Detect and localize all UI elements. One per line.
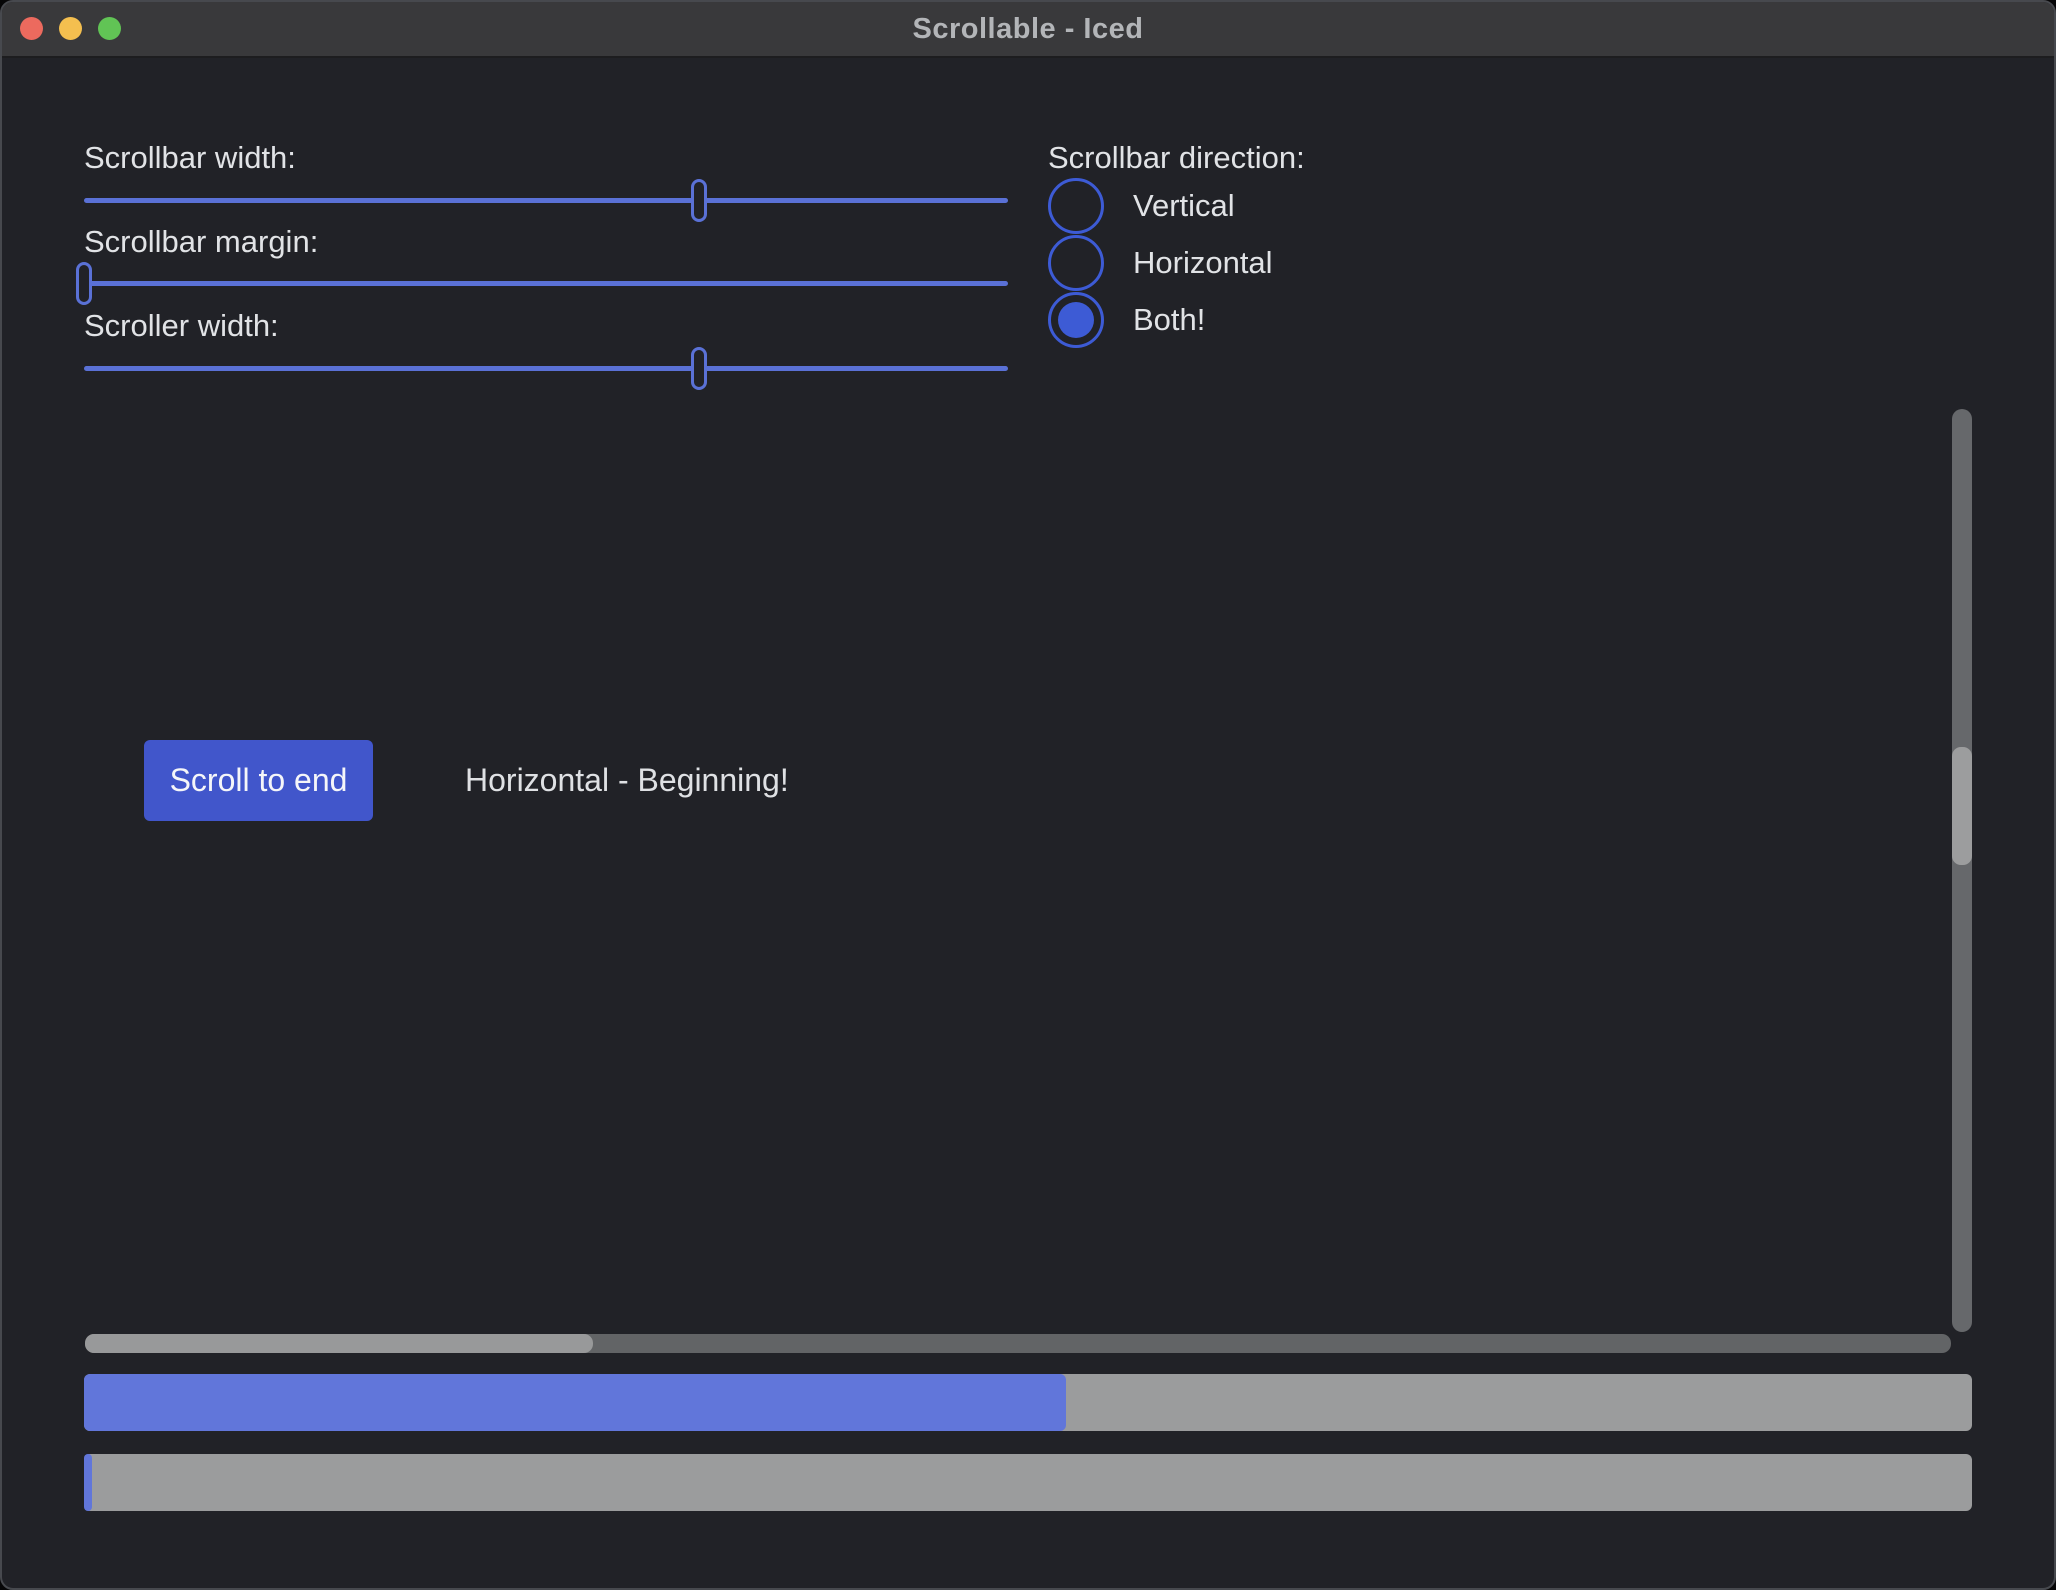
slider-handle[interactable] — [76, 262, 92, 305]
vertical-scrollbar-thumb[interactable] — [1952, 747, 1972, 865]
radio-vertical-label[interactable]: Vertical — [1133, 188, 1235, 224]
slider-handle[interactable] — [691, 347, 707, 390]
radio-both-label[interactable]: Both! — [1133, 302, 1205, 338]
scrollbar-width-slider[interactable] — [84, 198, 1008, 203]
window-title: Scrollable - Iced — [2, 2, 2054, 56]
screen: Scrollable - Iced Scrollbar width: Scrol… — [0, 0, 2056, 1590]
scrollbar-width-label: Scrollbar width: — [84, 140, 296, 176]
scroll-status-text: Horizontal - Beginning! — [465, 762, 789, 799]
radio-horizontal[interactable] — [1048, 235, 1104, 291]
zoom-window-button[interactable] — [98, 17, 121, 40]
scrollbar-margin-label: Scrollbar margin: — [84, 224, 318, 260]
scrollbar-margin-slider[interactable] — [84, 281, 1008, 286]
radio-horizontal-label[interactable]: Horizontal — [1133, 245, 1273, 281]
scroller-width-label: Scroller width: — [84, 308, 279, 344]
slider-handle[interactable] — [691, 179, 707, 222]
radio-vertical[interactable] — [1048, 178, 1104, 234]
scroller-width-slider[interactable] — [84, 366, 1008, 371]
scroll-to-end-button[interactable]: Scroll to end — [144, 740, 373, 821]
progress-bar-x — [84, 1374, 1972, 1431]
vertical-scrollbar-track[interactable] — [1952, 409, 1972, 1332]
radio-both[interactable] — [1048, 292, 1104, 348]
app-window: Scrollable - Iced Scrollbar width: Scrol… — [0, 0, 2056, 1590]
horizontal-scrollbar-thumb[interactable] — [85, 1334, 593, 1353]
progress-bar-y-fill — [84, 1454, 92, 1511]
close-window-button[interactable] — [20, 17, 43, 40]
minimize-window-button[interactable] — [59, 17, 82, 40]
scrollbar-direction-label: Scrollbar direction: — [1048, 140, 1305, 176]
titlebar[interactable]: Scrollable - Iced — [2, 2, 2054, 58]
progress-bar-x-fill — [84, 1374, 1066, 1431]
progress-bar-y — [84, 1454, 1972, 1511]
